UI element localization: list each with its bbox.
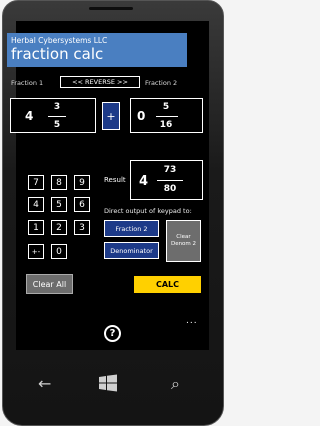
result-whole: 4	[139, 174, 149, 189]
company-name: Herbal Cybersystems LLC	[11, 36, 108, 45]
result-display: 4 73 80	[130, 160, 203, 200]
operator-button[interactable]: +	[102, 102, 120, 130]
target-denominator-button[interactable]: Denominator	[104, 242, 159, 259]
app-title: fraction calc	[11, 45, 104, 63]
clear-all-button[interactable]: Clear All	[26, 274, 73, 294]
result-label: Result	[104, 176, 126, 184]
fraction1-label: Fraction 1	[11, 79, 44, 87]
fraction1-whole: 4	[25, 109, 34, 123]
calc-button[interactable]: CALC	[134, 276, 201, 293]
windows-start-icon[interactable]	[98, 374, 118, 396]
clear-denom-button[interactable]: Clear Denom 2	[166, 220, 201, 262]
key-sign[interactable]: +-	[28, 244, 44, 259]
key-1[interactable]: 1	[28, 220, 44, 235]
key-3[interactable]: 3	[74, 220, 90, 235]
fraction2-display[interactable]: 0 5 16	[130, 98, 203, 133]
earpiece	[89, 7, 133, 10]
key-9[interactable]: 9	[74, 175, 90, 190]
more-menu-icon[interactable]: ...	[186, 316, 198, 326]
fraction2-bar	[156, 116, 178, 117]
fraction1-display[interactable]: 4 3 5	[10, 98, 96, 133]
result-bar	[157, 180, 183, 181]
key-6[interactable]: 6	[74, 197, 90, 212]
key-5[interactable]: 5	[51, 197, 67, 212]
target-fraction2-button[interactable]: Fraction 2	[104, 220, 159, 237]
key-8[interactable]: 8	[51, 175, 67, 190]
key-4[interactable]: 4	[28, 197, 44, 212]
fraction2-numerator: 5	[162, 102, 170, 112]
help-icon[interactable]: ?	[104, 325, 121, 342]
result-denominator: 80	[163, 184, 177, 194]
app-header: Herbal Cybersystems LLC fraction calc	[7, 33, 187, 67]
key-7[interactable]: 7	[28, 175, 44, 190]
fraction1-numerator: 3	[53, 102, 61, 112]
fraction2-denominator: 16	[159, 120, 173, 130]
fraction2-whole: 0	[137, 109, 146, 123]
back-arrow-icon[interactable]: ←	[38, 374, 51, 393]
fraction1-bar	[48, 116, 66, 117]
fraction2-label: Fraction 2	[145, 79, 178, 87]
direct-output-label: Direct output of keypad to:	[104, 207, 192, 215]
search-icon[interactable]: ⌕	[171, 374, 180, 394]
key-0[interactable]: 0	[51, 244, 67, 259]
key-2[interactable]: 2	[51, 220, 67, 235]
reverse-button[interactable]: << REVERSE >>	[60, 76, 140, 88]
fraction1-denominator: 5	[53, 120, 61, 130]
result-numerator: 73	[163, 165, 177, 175]
